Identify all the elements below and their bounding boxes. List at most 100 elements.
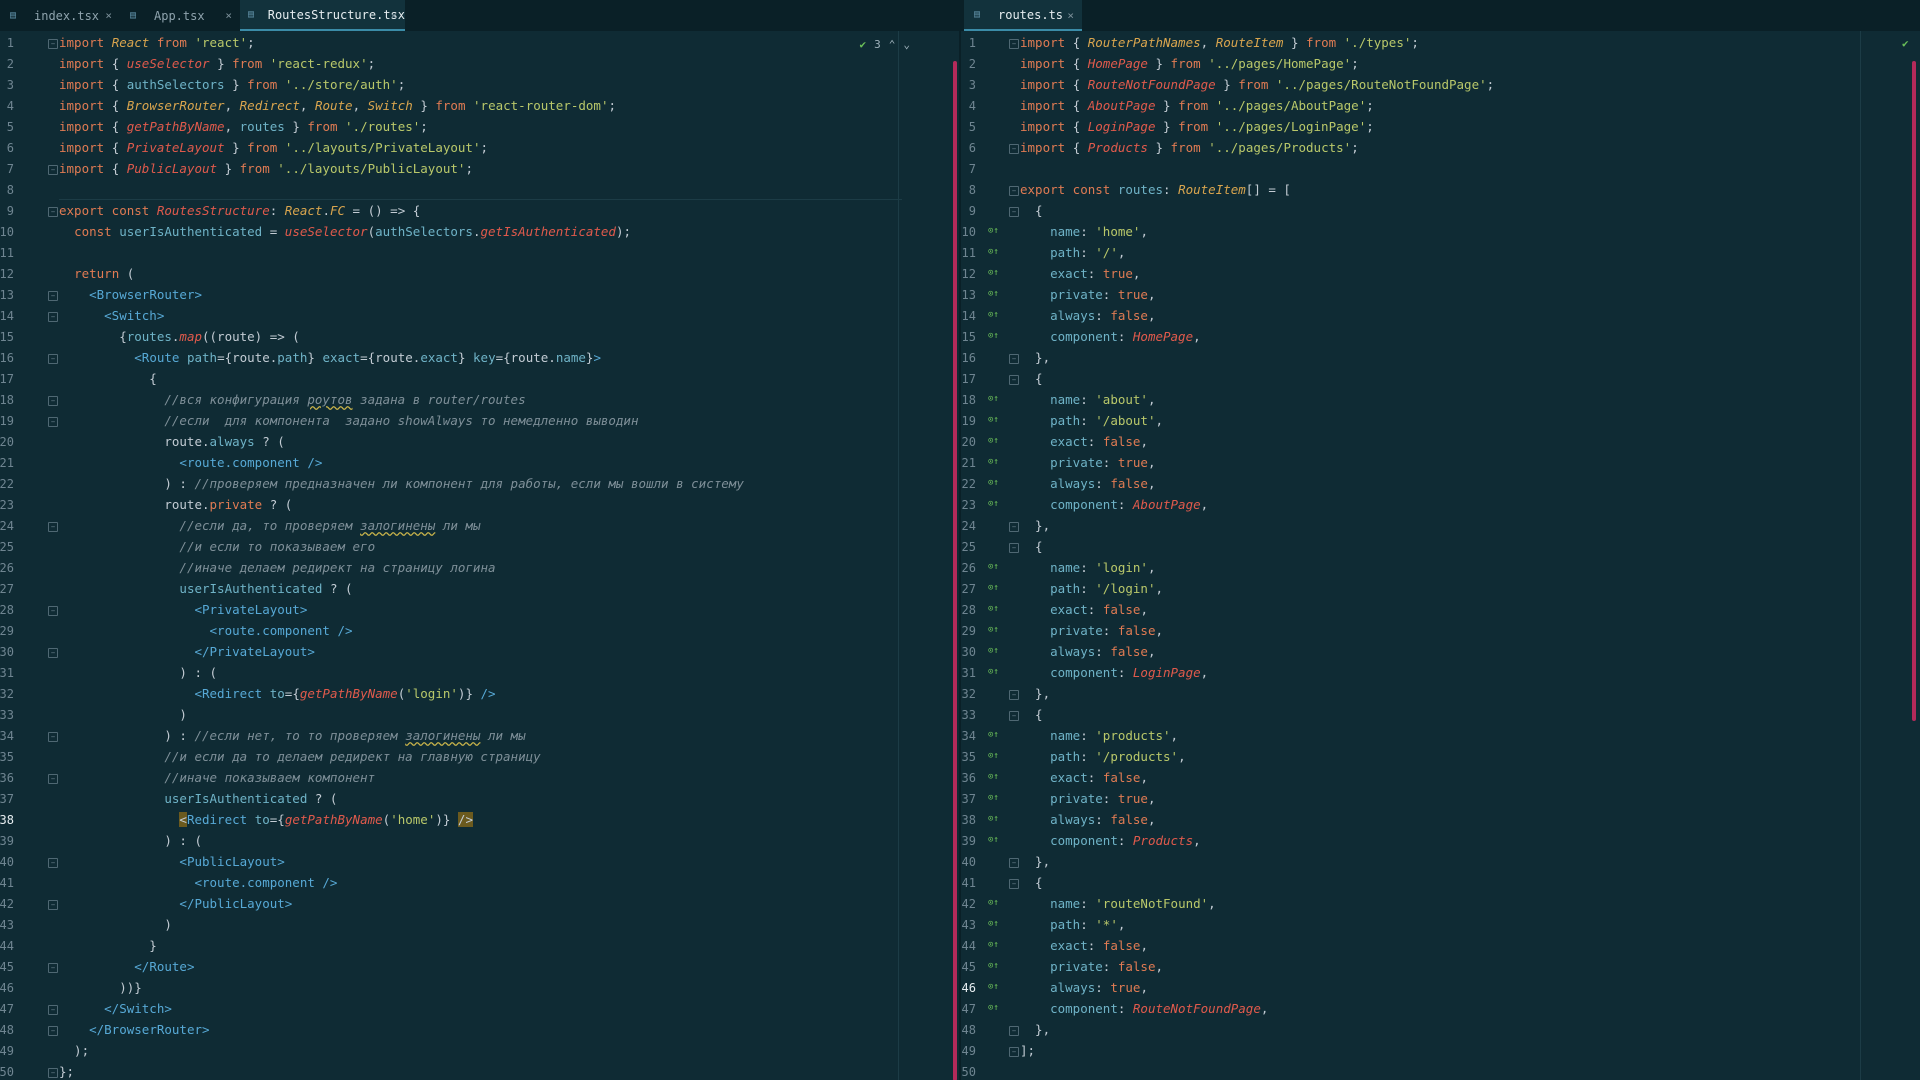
code-line[interactable]: exact: false,	[1020, 767, 1148, 788]
code-line[interactable]: always: false,	[1020, 641, 1155, 662]
line-number[interactable]: 6	[960, 141, 976, 155]
line-number[interactable]: 16	[960, 351, 976, 365]
line-number[interactable]: 39	[960, 834, 976, 848]
override-gutter-icon[interactable]: ⊙↑	[988, 331, 999, 341]
code-line[interactable]: path: '*',	[1020, 914, 1125, 935]
line-number[interactable]: 24	[960, 519, 976, 533]
code-line[interactable]: import { HomePage } from '../pages/HomeP…	[1020, 53, 1359, 74]
line-number[interactable]: 45	[960, 960, 976, 974]
override-gutter-icon[interactable]: ⊙↑	[988, 457, 999, 467]
line-number[interactable]: 14	[0, 309, 14, 323]
code-editor-right[interactable]: 1 2 3 4 5 6 7 8 9 10 11 12 13 14 15 16 17 18 19 20 21 22 23 24 2…	[960, 31, 1920, 1080]
line-number[interactable]: 3	[960, 78, 976, 92]
code-line[interactable]: path: '/about',	[1020, 410, 1163, 431]
line-number[interactable]: 43	[0, 918, 14, 932]
line-number[interactable]: 11	[0, 246, 14, 260]
code-line[interactable]: component: LoginPage,	[1020, 662, 1208, 683]
code-line[interactable]: ) : //если нет, то то проверяем залогине…	[59, 725, 525, 746]
code-line[interactable]: export const routes: RouteItem[] = [	[1020, 179, 1291, 200]
code-line[interactable]: //вся конфигурация роутов задана в route…	[59, 389, 525, 410]
chevron-up-icon[interactable]: ⌃	[889, 38, 896, 51]
code-line[interactable]: import { RouterPathNames, RouteItem } fr…	[1020, 32, 1419, 53]
code-line[interactable]: ))}	[59, 977, 142, 998]
override-gutter-icon[interactable]: ⊙↑	[988, 310, 999, 320]
code-line[interactable]: </PrivateLayout>	[59, 641, 314, 662]
code-line[interactable]: },	[1020, 683, 1050, 704]
close-icon[interactable]: ×	[105, 9, 112, 22]
line-number[interactable]: 13	[960, 288, 976, 302]
override-gutter-icon[interactable]: ⊙↑	[988, 625, 999, 635]
override-gutter-icon[interactable]: ⊙↑	[988, 394, 999, 404]
line-number[interactable]: 27	[960, 582, 976, 596]
fold-toggle-icon[interactable]: −	[48, 1005, 58, 1015]
line-number[interactable]: 12	[0, 267, 14, 281]
line-number[interactable]: 10	[0, 225, 14, 239]
code-line[interactable]: ) : (	[59, 830, 202, 851]
line-number[interactable]: 24	[0, 519, 14, 533]
line-number[interactable]: 42	[960, 897, 976, 911]
override-gutter-icon[interactable]: ⊙↑	[988, 247, 999, 257]
line-number[interactable]: 39	[0, 834, 14, 848]
code-line[interactable]: {	[1020, 872, 1043, 893]
override-gutter-icon[interactable]: ⊙↑	[988, 646, 999, 656]
code-line[interactable]: <Route path={route.path} exact={route.ex…	[59, 347, 601, 368]
code-line[interactable]: },	[1020, 851, 1050, 872]
override-gutter-icon[interactable]: ⊙↑	[988, 772, 999, 782]
code-line[interactable]: import { getPathByName, routes } from '.…	[59, 116, 428, 137]
code-line[interactable]: <route.component />	[59, 452, 322, 473]
code-line[interactable]: import { LoginPage } from '../pages/Logi…	[1020, 116, 1374, 137]
line-number[interactable]: 47	[0, 1002, 14, 1016]
line-number[interactable]: 36	[0, 771, 14, 785]
code-line[interactable]: private: true,	[1020, 452, 1155, 473]
code-line[interactable]: name: 'routeNotFound',	[1020, 893, 1216, 914]
override-gutter-icon[interactable]: ⊙↑	[988, 730, 999, 740]
code-line[interactable]: component: HomePage,	[1020, 326, 1201, 347]
code-line[interactable]: name: 'products',	[1020, 725, 1178, 746]
code-line[interactable]: <BrowserRouter>	[59, 284, 202, 305]
code-line[interactable]: {	[1020, 368, 1043, 389]
code-line[interactable]: </Route>	[59, 956, 194, 977]
line-number[interactable]: 34	[0, 729, 14, 743]
line-number[interactable]: 22	[0, 477, 14, 491]
code-line[interactable]: <Redirect to={getPathByName('login')} />	[59, 683, 495, 704]
line-number[interactable]: 25	[960, 540, 976, 554]
line-number[interactable]: 6	[0, 141, 14, 155]
override-gutter-icon[interactable]: ⊙↑	[988, 415, 999, 425]
code-line[interactable]: },	[1020, 1019, 1050, 1040]
code-line[interactable]: always: false,	[1020, 305, 1155, 326]
line-number[interactable]: 13	[0, 288, 14, 302]
fold-toggle-icon[interactable]: −	[48, 291, 58, 301]
code-line[interactable]: userIsAuthenticated ? (	[59, 788, 337, 809]
code-line[interactable]: route.private ? (	[59, 494, 292, 515]
fold-toggle-icon[interactable]: −	[1009, 186, 1019, 196]
line-number[interactable]: 19	[0, 414, 14, 428]
override-gutter-icon[interactable]: ⊙↑	[988, 835, 999, 845]
line-number[interactable]: 49	[0, 1044, 14, 1058]
fold-toggle-icon[interactable]: −	[48, 207, 58, 217]
tab-routes-structure-tsx[interactable]: ▤ RoutesStructure.tsx ×	[240, 0, 405, 31]
code-line[interactable]: path: '/products',	[1020, 746, 1186, 767]
close-icon[interactable]: ×	[1067, 9, 1074, 22]
code-line[interactable]: //иначе показываем компонент	[59, 767, 375, 788]
line-number[interactable]: 23	[960, 498, 976, 512]
line-number[interactable]: 26	[960, 561, 976, 575]
fold-toggle-icon[interactable]: −	[1009, 543, 1019, 553]
code-line[interactable]: {	[1020, 704, 1043, 725]
line-number[interactable]: 5	[960, 120, 976, 134]
line-number[interactable]: 50	[960, 1065, 976, 1079]
code-line[interactable]: },	[1020, 515, 1050, 536]
line-number[interactable]: 28	[0, 603, 14, 617]
override-gutter-icon[interactable]: ⊙↑	[988, 268, 999, 278]
line-number[interactable]: 14	[960, 309, 976, 323]
code-line[interactable]: import { BrowserRouter, Redirect, Route,…	[59, 95, 616, 116]
line-number[interactable]: 2	[960, 57, 976, 71]
code-line[interactable]: import { RouteNotFoundPage } from '../pa…	[1020, 74, 1494, 95]
code-line[interactable]: import { PublicLayout } from '../layouts…	[59, 158, 473, 179]
line-number[interactable]: 29	[960, 624, 976, 638]
code-line[interactable]: //и если да то делаем редирект на главну…	[59, 746, 540, 767]
fold-toggle-icon[interactable]: −	[1009, 1026, 1019, 1036]
override-gutter-icon[interactable]: ⊙↑	[988, 961, 999, 971]
line-number[interactable]: 31	[960, 666, 976, 680]
override-gutter-icon[interactable]: ⊙↑	[988, 940, 999, 950]
line-number[interactable]: 49	[960, 1044, 976, 1058]
